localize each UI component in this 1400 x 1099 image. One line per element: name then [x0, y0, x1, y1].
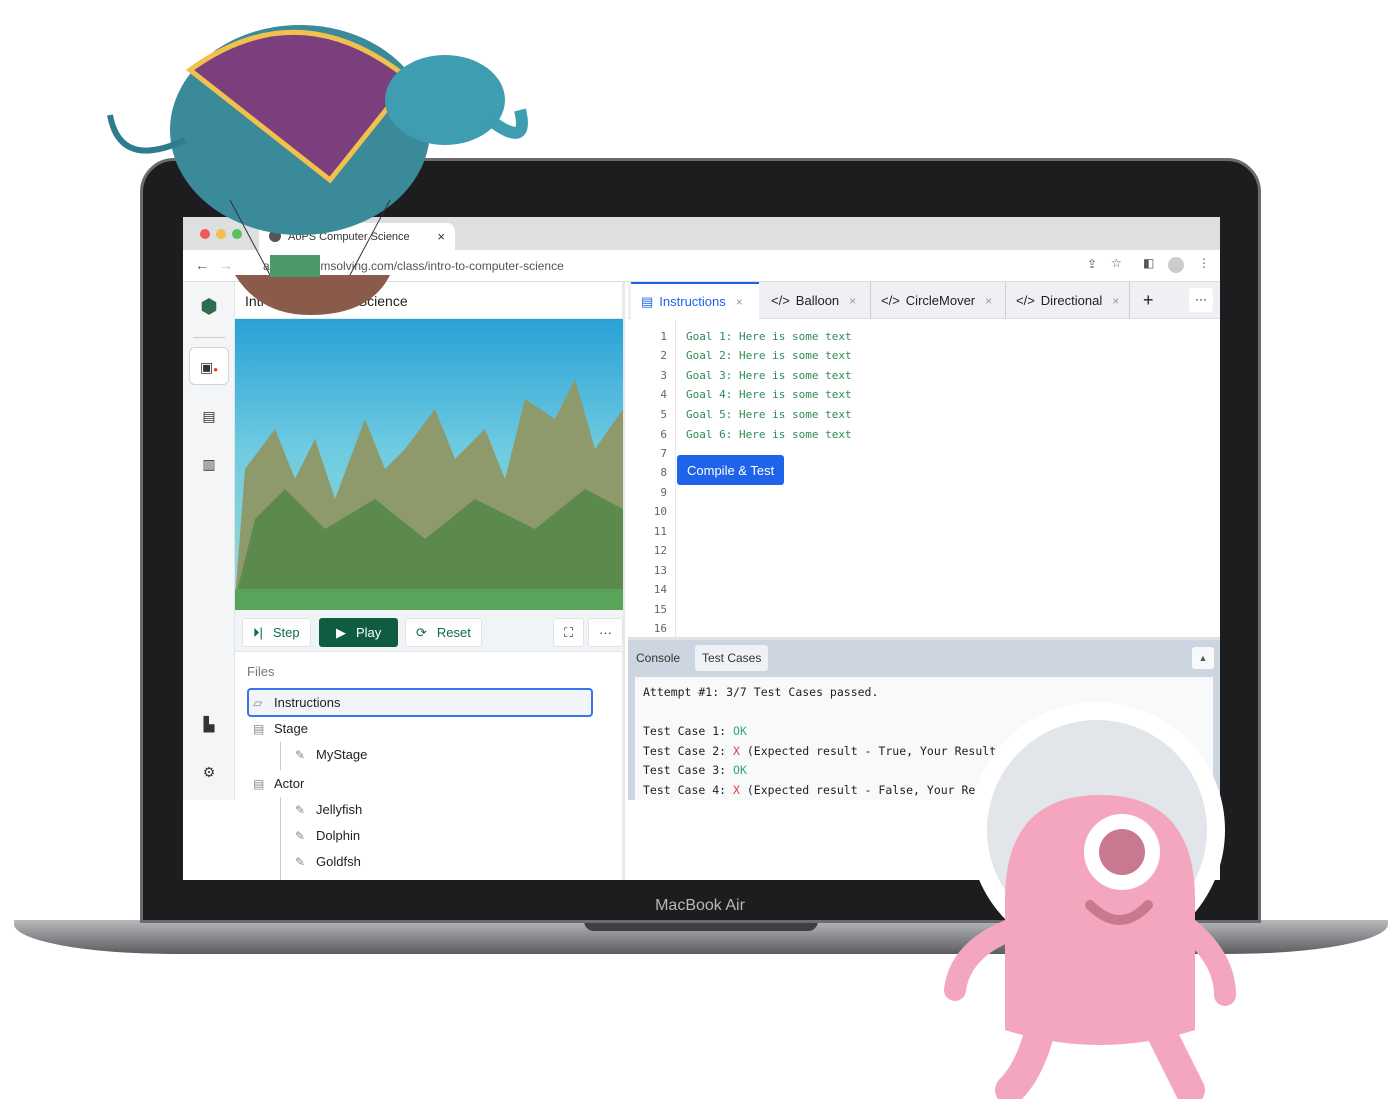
refresh-icon: ⟳: [416, 624, 427, 640]
play-button[interactable]: ▶ Play: [319, 618, 399, 647]
line-number: 4: [660, 388, 667, 401]
file-tree: Files ▱ Instructions ▤ Stage ✎ MyStage ▤ Act…: [235, 652, 623, 880]
close-tab-icon[interactable]: ×: [985, 294, 992, 308]
editor-tabs: ▤ Instructions × </> Balloon × </> CircleMove…: [628, 282, 1220, 319]
tab-directional[interactable]: </> Directional ×: [1005, 282, 1131, 319]
line-number: 9: [660, 486, 667, 499]
divider: [193, 337, 225, 338]
file-item-goldfish[interactable]: ✎ Goldfsh: [295, 854, 361, 869]
code-line[interactable]: Goal 5: Here is some text: [686, 408, 852, 421]
tab-instructions[interactable]: ▤ Instructions ×: [631, 282, 759, 319]
edit-icon: ✎: [295, 828, 306, 843]
reset-button[interactable]: ⟳ Reset: [405, 618, 482, 647]
line-number: 5: [660, 408, 667, 421]
file-item-instructions[interactable]: ▱ Instructions: [253, 695, 340, 710]
file-item-mystage[interactable]: ✎ MyStage: [295, 747, 367, 762]
tab-circlemover[interactable]: </> CircleMover ×: [870, 282, 1002, 319]
left-rail: ⬢ ▣● ▤ ▥ ▙ ⚙: [183, 282, 235, 800]
fullscreen-button[interactable]: ⛶: [553, 618, 585, 647]
edit-icon: ✎: [295, 747, 306, 762]
profile-icon[interactable]: [1168, 257, 1184, 273]
close-tab-icon[interactable]: ×: [736, 295, 743, 309]
line-number: 8: [660, 466, 667, 479]
elephant-balloon-illustration: [107, 25, 528, 315]
line-number: 3: [660, 369, 667, 382]
tab-console[interactable]: Console: [636, 651, 680, 665]
edit-icon: ✎: [295, 802, 306, 817]
tab-test-cases[interactable]: Test Cases: [695, 645, 769, 671]
close-tab-icon[interactable]: ×: [849, 294, 856, 308]
step-button[interactable]: ⏵| Step: [242, 618, 311, 647]
code-line[interactable]: Goal 6: Here is some text: [686, 428, 852, 441]
stage-canvas[interactable]: [235, 319, 623, 610]
line-number: 7: [660, 447, 667, 460]
settings-icon[interactable]: ⚙: [197, 760, 221, 784]
file-icon: ▤: [253, 776, 265, 791]
play-icon: ▶: [336, 624, 346, 640]
note-icon: ▱: [253, 695, 263, 710]
code-line[interactable]: Goal 3: Here is some text: [686, 369, 852, 382]
line-number: 12: [653, 544, 667, 557]
mountains-scene: [235, 379, 623, 610]
line-number: 13: [653, 564, 667, 577]
tab-balloon[interactable]: </> Balloon ×: [761, 282, 866, 319]
line-number: 14: [653, 583, 667, 596]
step-icon: ⏵|: [253, 624, 263, 640]
line-number: 15: [653, 603, 667, 616]
code-icon: </>: [881, 293, 900, 308]
rail-ide-button[interactable]: ▣●: [189, 347, 229, 385]
tree-line: [280, 742, 281, 770]
device-label: MacBook Air: [655, 897, 745, 914]
line-number: 11: [653, 525, 667, 538]
line-number: 6: [660, 428, 667, 441]
line-number: 1: [660, 330, 667, 343]
compile-test-button[interactable]: Compile & Test: [677, 455, 785, 485]
note-icon: ▤: [641, 293, 654, 309]
line-gutter: 1 2 3 4 5 6 7 8 9 10 11 12 13 14 15 16: [628, 319, 676, 639]
rail-reader-button[interactable]: ▥: [197, 452, 221, 476]
alien-mascot-illustration: [944, 702, 1236, 1099]
line-number: 2: [660, 349, 667, 362]
stage-controls: ⏵| Step ▶ Play ⟳ Reset ⛶ ···: [235, 610, 623, 652]
edit-icon: ✎: [295, 854, 306, 869]
files-heading: Files: [247, 664, 275, 679]
editor-more-button[interactable]: ···: [1189, 288, 1213, 312]
code-icon: </>: [771, 293, 790, 308]
collapse-icon[interactable]: ▲: [1192, 647, 1214, 669]
stage-panel: Intro to Computer Science ⏵|Step ▶Play ⟳…: [235, 282, 625, 880]
code-icon: </>: [1016, 293, 1035, 308]
file-item-stage[interactable]: ▤ Stage: [253, 721, 308, 736]
menu-icon[interactable]: ⋮: [1198, 256, 1210, 270]
star-icon[interactable]: ☆: [1111, 256, 1122, 270]
tree-line: [280, 797, 281, 880]
share-icon[interactable]: ⇪: [1087, 257, 1097, 271]
file-item-jellyfish[interactable]: ✎ Jellyfish: [295, 802, 362, 817]
file-item-actor[interactable]: ▤ Actor: [253, 776, 304, 791]
add-tab-button[interactable]: +: [1133, 282, 1164, 319]
line-number: 10: [653, 505, 667, 518]
code-line[interactable]: Goal 2: Here is some text: [686, 349, 852, 362]
line-number: 16: [653, 622, 667, 635]
rail-book-button[interactable]: ▤: [197, 404, 221, 428]
sidebar-icon[interactable]: ◧: [1143, 256, 1154, 270]
file-icon: ▤: [253, 721, 265, 736]
rail-scroll-button[interactable]: ▙: [197, 712, 221, 736]
close-tab-icon[interactable]: ×: [1112, 294, 1119, 308]
code-line[interactable]: Goal 4: Here is some text: [686, 388, 852, 401]
code-line[interactable]: Goal 1: Here is some text: [686, 330, 852, 343]
file-item-dolphin[interactable]: ✎ Dolphin: [295, 828, 360, 843]
more-options-button[interactable]: ···: [588, 618, 623, 647]
